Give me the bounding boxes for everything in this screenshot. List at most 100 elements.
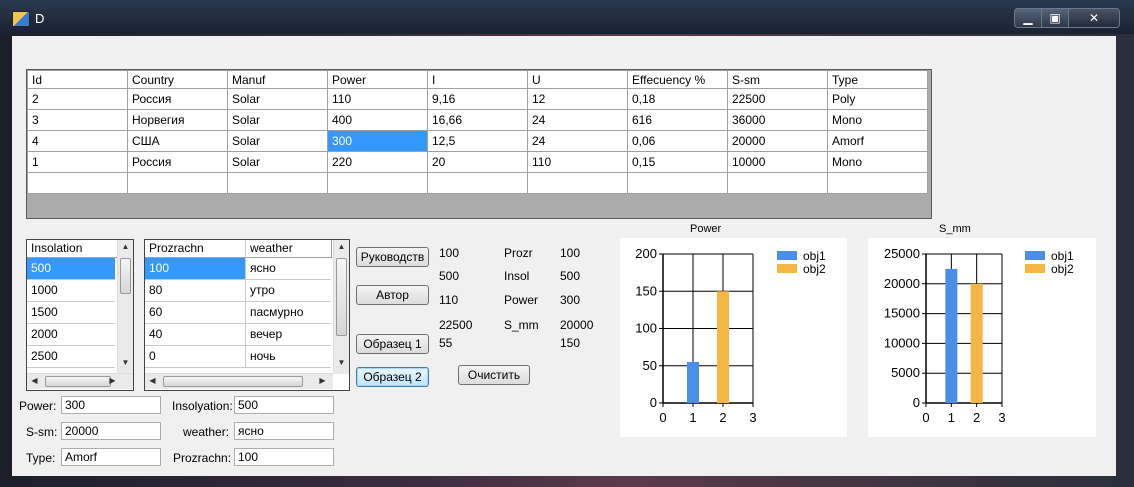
grid-cell[interactable]: 9,16	[427, 88, 528, 110]
list-item[interactable]: вечер	[246, 324, 331, 345]
grid-column-header[interactable]: Manuf	[227, 70, 328, 89]
list-item[interactable]: утро	[246, 280, 331, 301]
table-row[interactable]: 4 США Solar 300 12,5 24 0,06 20000 Amorf	[27, 130, 928, 152]
grid-cell[interactable]: Россия	[127, 88, 228, 110]
scroll-right-icon[interactable]: ▶	[315, 376, 330, 385]
grid-cell[interactable]: 110	[327, 88, 428, 110]
grid-cell[interactable]	[727, 172, 828, 194]
list-item[interactable]: ночь	[246, 346, 331, 367]
grid-cell[interactable]: 300	[327, 130, 428, 152]
grid-cell[interactable]: Норвегия	[127, 109, 228, 131]
prozrachn-hscroll-thumb[interactable]	[163, 376, 303, 387]
obrazec1-button[interactable]: Образец 1	[356, 334, 429, 354]
scroll-right-icon[interactable]: ▶	[105, 376, 120, 385]
grid-cell[interactable]: Solar	[227, 88, 328, 110]
grid-cell[interactable]: Mono	[827, 151, 928, 173]
scroll-up-icon[interactable]: ▲	[334, 242, 349, 251]
grid-cell[interactable]: 20	[427, 151, 528, 173]
grid-cell[interactable]	[127, 172, 228, 194]
grid-cell[interactable]: 16,66	[427, 109, 528, 131]
grid-column-header[interactable]: Power	[327, 70, 428, 89]
list-item[interactable]: 1500	[27, 302, 115, 323]
table-row[interactable]: 1 Россия Solar 220 20 110 0,15 10000 Mono	[27, 151, 928, 173]
grid-cell[interactable]: Mono	[827, 109, 928, 131]
list-item[interactable]: 2000	[27, 324, 115, 345]
avtor-button[interactable]: Автор	[356, 285, 429, 305]
grid-cell[interactable]	[527, 172, 628, 194]
scroll-up-icon[interactable]: ▲	[118, 242, 133, 251]
rukovodstvo-button[interactable]: Руководств	[356, 247, 429, 267]
weather-textbox[interactable]	[234, 422, 334, 440]
list-item[interactable]: 0	[145, 346, 245, 367]
grid-cell[interactable]	[27, 172, 128, 194]
type-textbox[interactable]	[61, 448, 161, 466]
prozrachn-weather-listview[interactable]: Prozrachn weather 100 ясно 80 утро 60 пасмурн…	[144, 239, 350, 391]
grid-column-header[interactable]: U	[527, 70, 628, 89]
grid-cell[interactable]: 4	[27, 130, 128, 152]
grid-column-header[interactable]: Id	[27, 70, 128, 89]
insolation-header[interactable]: Insolation	[27, 240, 118, 258]
prozrachn-hscroll[interactable]: ◀ ▶	[145, 373, 333, 389]
grid-cell[interactable]: Solar	[227, 109, 328, 131]
grid-cell[interactable]: 24	[527, 109, 628, 131]
list-item[interactable]: 1000	[27, 280, 115, 301]
grid-cell[interactable]: Amorf	[827, 130, 928, 152]
prozrachn-vscroll-thumb[interactable]	[336, 258, 347, 336]
grid-cell[interactable]: 220	[327, 151, 428, 173]
weather-header[interactable]: weather	[246, 240, 332, 258]
prozrachn-textbox[interactable]	[234, 448, 334, 466]
scroll-down-icon[interactable]: ▼	[334, 358, 349, 367]
grid-cell[interactable]	[827, 172, 928, 194]
insolation-vscroll-thumb[interactable]	[120, 258, 131, 294]
grid-cell[interactable]: 400	[327, 109, 428, 131]
list-item[interactable]: 2500	[27, 346, 115, 367]
prozrachn-header[interactable]: Prozrachn	[145, 240, 246, 258]
grid-cell[interactable]: 0,06	[627, 130, 728, 152]
grid-cell[interactable]: Poly	[827, 88, 928, 110]
grid-cell[interactable]: 22500	[727, 88, 828, 110]
insolation-hscroll-thumb[interactable]	[45, 376, 111, 387]
insolation-vscroll[interactable]: ▲ ▼	[117, 240, 133, 374]
grid-column-header[interactable]: I	[427, 70, 528, 89]
grid-column-header[interactable]: Type	[827, 70, 928, 89]
power-textbox[interactable]	[61, 396, 161, 414]
grid-cell[interactable]	[627, 172, 728, 194]
scroll-left-icon[interactable]: ◀	[145, 376, 160, 385]
grid-cell[interactable]: 110	[527, 151, 628, 173]
grid-cell[interactable]: 36000	[727, 109, 828, 131]
grid-cell[interactable]: 24	[527, 130, 628, 152]
scroll-down-icon[interactable]: ▼	[118, 358, 133, 367]
grid-cell[interactable]: 0,18	[627, 88, 728, 110]
list-item[interactable]: 100	[145, 258, 245, 279]
grid-cell[interactable]: Россия	[127, 151, 228, 173]
grid-cell[interactable]	[427, 172, 528, 194]
maximize-button[interactable]: ▣	[1041, 8, 1069, 28]
grid-column-header[interactable]: Country	[127, 70, 228, 89]
grid-column-header[interactable]: S-sm	[727, 70, 828, 89]
prozrachn-vscroll[interactable]: ▲ ▼	[333, 240, 349, 374]
grid-cell[interactable]: 616	[627, 109, 728, 131]
scroll-left-icon[interactable]: ◀	[27, 376, 42, 385]
insolation-hscroll[interactable]: ◀ ▶	[27, 373, 133, 389]
grid-cell[interactable]: 12,5	[427, 130, 528, 152]
grid-cell[interactable]	[327, 172, 428, 194]
insolation-textbox[interactable]	[234, 396, 334, 414]
list-item[interactable]: пасмурно	[246, 302, 331, 323]
grid-cell[interactable]: США	[127, 130, 228, 152]
list-item[interactable]: 500	[27, 258, 115, 279]
grid-cell[interactable]: Solar	[227, 130, 328, 152]
ochistit-button[interactable]: Очистить	[458, 365, 530, 385]
obrazec2-button[interactable]: Образец 2	[356, 367, 429, 387]
minimize-button[interactable]: ▁	[1014, 8, 1042, 28]
table-row[interactable]: 2 Россия Solar 110 9,16 12 0,18 22500 Poly	[27, 88, 928, 110]
insolation-listview[interactable]: Insolation 500 1000 1500 2000 2500 ▲ ▼ ◀ ▶	[26, 239, 134, 391]
grid-cell[interactable]: 10000	[727, 151, 828, 173]
grid-column-header[interactable]: Effecuency %	[627, 70, 728, 89]
grid-cell[interactable]: Solar	[227, 151, 328, 173]
ssm-textbox[interactable]	[61, 422, 161, 440]
close-button[interactable]: ✕	[1068, 8, 1120, 28]
grid-cell[interactable]: 0,15	[627, 151, 728, 173]
list-item[interactable]: 80	[145, 280, 245, 301]
grid-cell[interactable]: 1	[27, 151, 128, 173]
grid-cell[interactable]: 12	[527, 88, 628, 110]
